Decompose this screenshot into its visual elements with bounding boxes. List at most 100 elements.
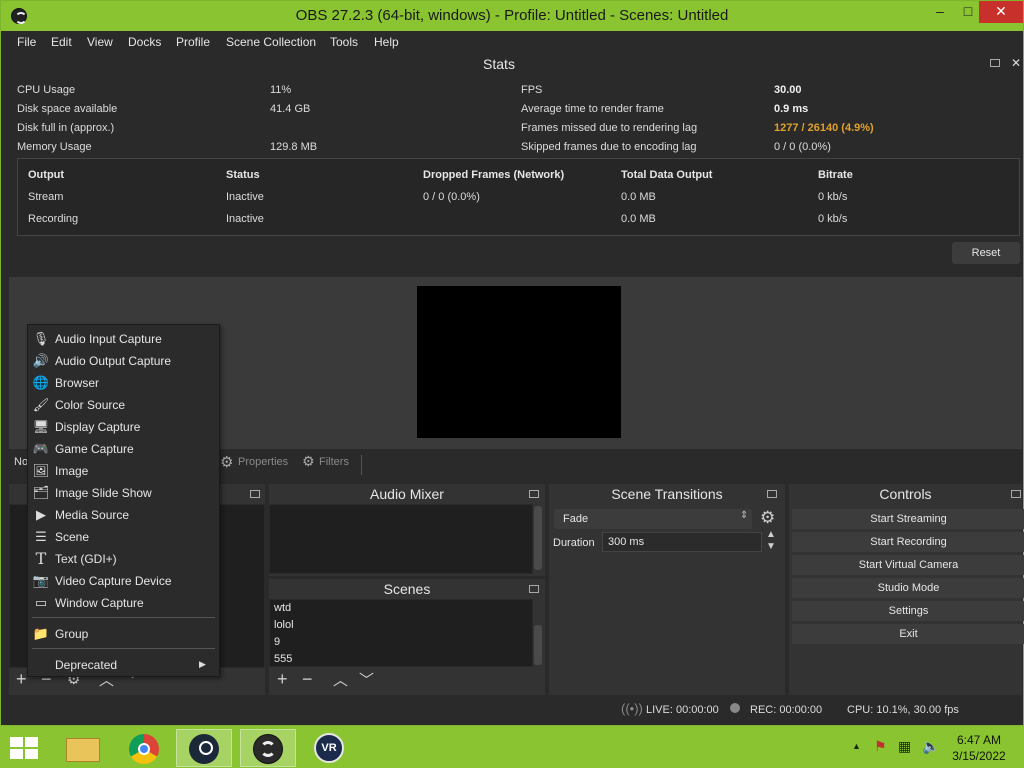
list-item[interactable]: lolol: [274, 619, 294, 631]
exit-button[interactable]: Exit: [792, 624, 1024, 644]
audio-mixer-title: Audio Mixer: [370, 486, 444, 502]
duration-input[interactable]: 300 ms: [602, 532, 762, 552]
menu-item-label: Deprecated: [55, 658, 118, 672]
menu-item-video-capture-device[interactable]: 📷 Video Capture Device: [28, 570, 219, 592]
table-cell: 0 kb/s: [818, 213, 848, 225]
scrollbar[interactable]: [534, 506, 542, 570]
slideshow-icon: 🗂: [32, 485, 50, 500]
menu-view[interactable]: View: [87, 35, 113, 49]
title-bar[interactable]: OBS 27.2.3 (64-bit, windows) - Profile: …: [1, 1, 1023, 31]
stat-label: Skipped frames due to encoding lag: [521, 141, 697, 153]
windows-start-icon[interactable]: [10, 737, 38, 759]
close-button[interactable]: ✕: [979, 1, 1023, 23]
file-explorer-icon[interactable]: [56, 729, 112, 767]
scenes-title: Scenes: [383, 581, 431, 597]
stat-value: 30.00: [774, 84, 802, 96]
taskbar-clock[interactable]: 6:47 AM 3/15/2022: [944, 732, 1014, 764]
menu-scene-collection[interactable]: Scene Collection: [226, 35, 316, 49]
menu-help[interactable]: Help: [374, 35, 399, 49]
scenes-list[interactable]: wtd lolol 9 555: [269, 599, 533, 667]
dock-float-icon[interactable]: [767, 490, 777, 498]
minimize-button[interactable]: –: [925, 1, 955, 23]
menu-item-group[interactable]: 📁 Group: [28, 623, 219, 645]
menu-profile[interactable]: Profile: [176, 35, 210, 49]
gear-icon[interactable]: ⚙: [220, 453, 233, 471]
network-icon[interactable]: ▦: [898, 738, 911, 755]
image-icon: 🖼: [32, 463, 50, 478]
volume-muted-icon[interactable]: 🔈: [922, 738, 939, 755]
studio-mode-button[interactable]: Studio Mode: [792, 578, 1024, 598]
remove-scene-button[interactable]: −: [302, 669, 313, 690]
menu-item-color-source[interactable]: 🖌 Color Source: [28, 394, 219, 416]
dock-float-icon[interactable]: [1011, 490, 1021, 498]
menu-item-media-source[interactable]: ▶ Media Source: [28, 504, 219, 526]
menu-item-image-slide-show[interactable]: 🗂 Image Slide Show: [28, 482, 219, 504]
menu-item-deprecated[interactable]: Deprecated ▶: [28, 654, 219, 676]
dock-float-icon[interactable]: [529, 490, 539, 498]
vr-app-icon[interactable]: VR: [302, 729, 358, 767]
stat-value: 129.8 MB: [270, 141, 318, 153]
add-scene-button[interactable]: +: [277, 669, 288, 690]
dock-float-icon[interactable]: [529, 585, 539, 593]
menu-edit[interactable]: Edit: [51, 35, 72, 49]
globe-icon: 🌐: [32, 375, 50, 390]
play-icon: ▶: [36, 507, 46, 522]
dock-close-icon[interactable]: ✕: [1011, 56, 1021, 70]
menu-item-label: Image Slide Show: [55, 486, 152, 500]
chevron-up-icon[interactable]: ▲: [852, 741, 861, 751]
menu-item-audio-input-capture[interactable]: 🎙 Audio Input Capture: [28, 328, 219, 350]
start-recording-button[interactable]: Start Recording: [792, 532, 1024, 552]
start-virtual-camera-button[interactable]: Start Virtual Camera: [792, 555, 1024, 575]
chevron-down-icon[interactable]: ▼: [766, 541, 776, 552]
chrome-icon[interactable]: [116, 729, 172, 767]
stats-dock: Stats ✕ CPU Usage 11% Disk space availab…: [9, 53, 1022, 275]
filters-button[interactable]: Filters: [319, 456, 349, 468]
menu-item-audio-output-capture[interactable]: 🔊 Audio Output Capture: [28, 350, 219, 372]
menu-item-display-capture[interactable]: 🖥 Display Capture: [28, 416, 219, 438]
chevron-down-icon[interactable]: ﹀: [359, 669, 374, 690]
add-source-button[interactable]: +: [16, 669, 27, 690]
microphone-icon: 🎙: [32, 331, 50, 346]
list-item[interactable]: wtd: [274, 602, 291, 614]
steam-icon[interactable]: [176, 729, 232, 767]
menu-item-text-gdi[interactable]: T Text (GDI+): [28, 548, 219, 570]
menu-docks[interactable]: Docks: [128, 35, 161, 49]
stat-label: Disk space available: [17, 103, 118, 115]
menu-item-label: Game Capture: [55, 442, 134, 456]
chevron-up-icon[interactable]: ︿: [333, 669, 348, 690]
table-header: Total Data Output: [621, 169, 713, 181]
transition-select[interactable]: Fade ⇕: [554, 509, 752, 529]
scenes-dock: Scenes wtd lolol 9 555 + − ︿ ﹀: [269, 579, 545, 695]
rec-timer: REC: 00:00:00: [750, 704, 823, 716]
obs-taskbar-icon[interactable]: [240, 729, 296, 767]
menu-item-browser[interactable]: 🌐 Browser: [28, 372, 219, 394]
menu-separator: [32, 648, 215, 649]
clock-date: 3/15/2022: [952, 749, 1006, 763]
preview-canvas[interactable]: [417, 286, 621, 438]
properties-button[interactable]: Properties: [238, 456, 288, 468]
menu-item-scene[interactable]: ☰ Scene: [28, 526, 219, 548]
menu-item-window-capture[interactable]: ▭ Window Capture: [28, 592, 219, 614]
menu-tools[interactable]: Tools: [330, 35, 358, 49]
dock-float-icon[interactable]: [990, 59, 1000, 67]
gear-icon[interactable]: ⚙: [760, 508, 775, 528]
stat-label: CPU Usage: [17, 84, 76, 96]
start-streaming-button[interactable]: Start Streaming: [792, 509, 1024, 529]
scrollbar[interactable]: [534, 625, 542, 665]
speaker-icon: 🔊: [32, 353, 50, 368]
reset-button[interactable]: Reset: [952, 242, 1020, 264]
menu-item-label: Audio Input Capture: [55, 332, 162, 346]
settings-button[interactable]: Settings: [792, 601, 1024, 621]
menu-item-game-capture[interactable]: 🎮 Game Capture: [28, 438, 219, 460]
chevron-up-icon[interactable]: ▲: [766, 529, 776, 540]
filter-icon[interactable]: ⚙: [302, 453, 315, 470]
menu-file[interactable]: File: [17, 35, 36, 49]
dock-float-icon[interactable]: [250, 490, 260, 498]
flag-icon[interactable]: ⚑: [874, 738, 887, 755]
list-item[interactable]: 555: [274, 653, 292, 665]
table-header: Bitrate: [818, 169, 853, 181]
stat-label: Memory Usage: [17, 141, 92, 153]
audio-mixer-body[interactable]: [269, 504, 533, 574]
list-item[interactable]: 9: [274, 636, 280, 648]
menu-item-image[interactable]: 🖼 Image: [28, 460, 219, 482]
